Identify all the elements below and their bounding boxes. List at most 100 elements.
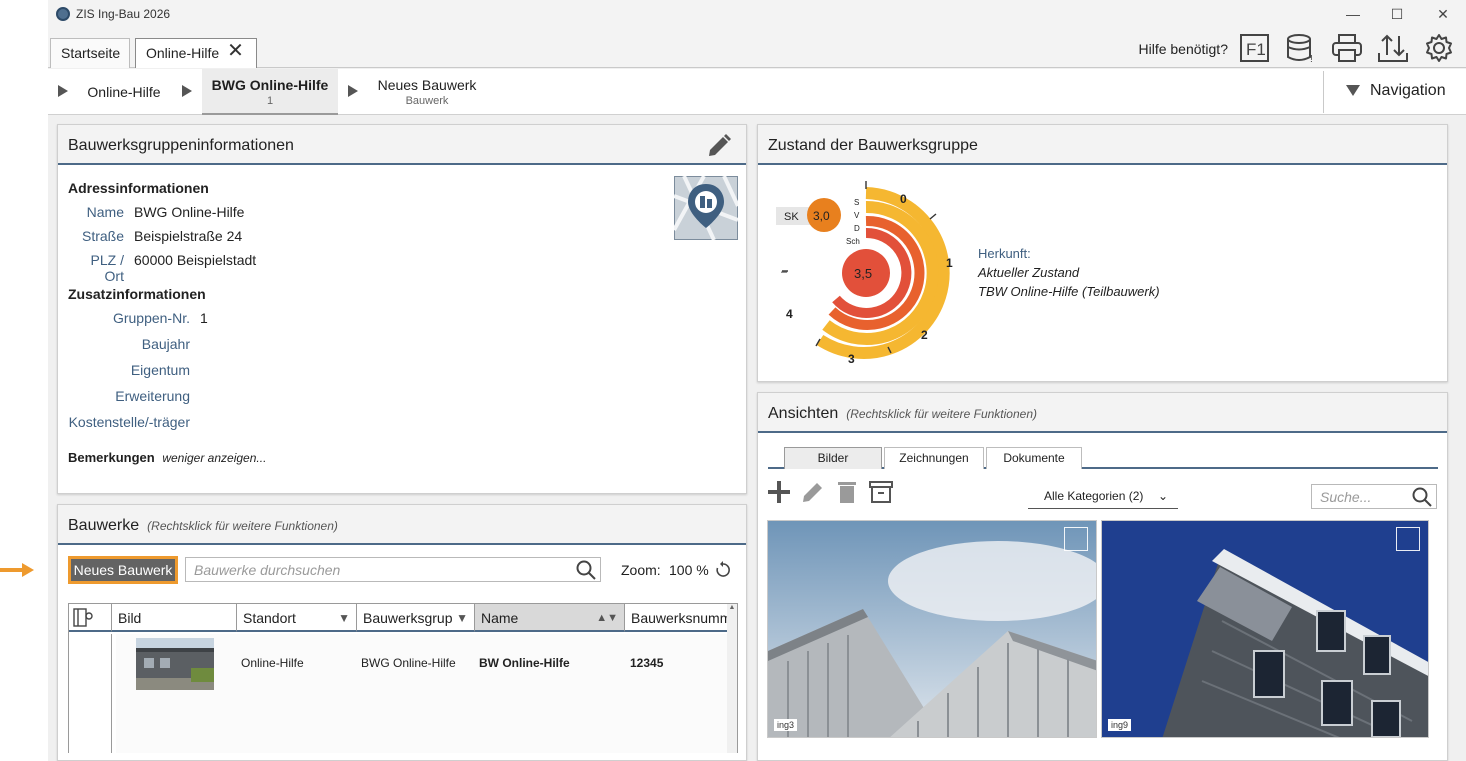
ansichten-panel: Ansichten (Rechtsklick für weitere Funkti… bbox=[757, 392, 1448, 761]
edit-icon[interactable] bbox=[800, 479, 826, 505]
close-window-icon[interactable]: ✕ bbox=[1428, 4, 1458, 24]
tab-bilder[interactable]: Bilder bbox=[784, 447, 882, 469]
gear-icon[interactable] bbox=[1422, 33, 1456, 63]
panel-title: Zustand der Bauwerksgruppe bbox=[768, 137, 978, 154]
svg-text:0: 0 bbox=[900, 192, 907, 206]
tab-dokumente[interactable]: Dokumente bbox=[986, 447, 1082, 469]
image-thumbnail[interactable]: ing9 bbox=[1101, 520, 1429, 738]
column-label: Standort bbox=[243, 610, 296, 626]
panel-title-text: Ansichten bbox=[768, 405, 839, 422]
delete-icon[interactable] bbox=[834, 479, 860, 505]
panel-title-text: Bauwerke bbox=[68, 517, 140, 534]
maximize-icon[interactable]: ☐ bbox=[1382, 4, 1412, 24]
building-photo bbox=[1102, 521, 1428, 737]
remarks-row: Bemerkungen weniger anzeigen... bbox=[68, 450, 266, 465]
category-select[interactable]: Alle Kategorien (2) ⌄ bbox=[1028, 485, 1178, 509]
tab-startseite[interactable]: Startseite bbox=[50, 38, 130, 68]
label-gruppen-nr: Gruppen-Nr. bbox=[112, 310, 190, 326]
cell-standort: Online-Hilfe bbox=[241, 656, 304, 670]
f1-help-icon[interactable]: F1 bbox=[1238, 33, 1272, 63]
zoom-value: 100 % bbox=[669, 562, 709, 578]
navigation-button[interactable]: Navigation bbox=[1346, 82, 1446, 100]
svg-text:3,5: 3,5 bbox=[854, 266, 872, 281]
ansichten-tabs: Bilder Zeichnungen Dokumente bbox=[768, 445, 1438, 469]
svg-text:3,0: 3,0 bbox=[813, 209, 830, 223]
column-header-name[interactable]: Name ▲▼ bbox=[475, 604, 625, 632]
scroll-up-icon[interactable]: ▲ bbox=[727, 604, 737, 611]
table-row[interactable]: Online-Hilfe BWG Online-Hilfe BW Online-… bbox=[116, 634, 736, 753]
panel-header: Zustand der Bauwerksgruppe bbox=[758, 125, 1447, 165]
origin-label: Herkunft: bbox=[978, 246, 1031, 261]
print-icon[interactable] bbox=[1330, 33, 1364, 63]
svg-text:Sch: Sch bbox=[846, 237, 860, 246]
label-plz-ort: PLZ / Ort bbox=[90, 252, 124, 284]
breadcrumb-sublabel: 1 bbox=[266, 95, 274, 107]
scrollbar[interactable]: ▲ bbox=[727, 604, 737, 753]
column-header-bauwerksnummer[interactable]: Bauwerksnumm bbox=[625, 604, 737, 632]
breadcrumb-arrow-icon[interactable] bbox=[58, 85, 68, 97]
breadcrumb-label: Online-Hilfe bbox=[87, 84, 161, 100]
breadcrumb-item-bwg[interactable]: BWG Online-Hilfe 1 bbox=[202, 69, 338, 115]
breadcrumb-arrow-icon[interactable] bbox=[182, 85, 192, 97]
database-icon[interactable]: ! bbox=[1284, 33, 1318, 63]
search-icon[interactable] bbox=[1412, 487, 1432, 507]
zoom-label: Zoom: bbox=[621, 562, 661, 578]
image-select-checkbox[interactable] bbox=[1064, 527, 1088, 551]
ansichten-search-input[interactable] bbox=[1312, 485, 1408, 508]
title-bar: ZIS Ing-Bau 2026 — ☐ ✕ bbox=[48, 0, 1466, 30]
archive-icon[interactable] bbox=[868, 479, 894, 505]
column-label: Bauwerksgrup bbox=[363, 610, 453, 626]
remarks-toggle-link[interactable]: weniger anzeigen... bbox=[162, 451, 266, 465]
image-select-checkbox[interactable] bbox=[1396, 527, 1420, 551]
svg-text:F1: F1 bbox=[1246, 40, 1266, 59]
bauwerke-search-input[interactable] bbox=[186, 558, 566, 581]
breadcrumb-label: Neues Bauwerk bbox=[377, 77, 477, 93]
breadcrumb-arrow-icon[interactable] bbox=[348, 85, 358, 97]
svg-text:S: S bbox=[854, 198, 859, 207]
add-icon[interactable] bbox=[766, 479, 792, 505]
close-tab-icon[interactable]: ✕ bbox=[227, 39, 244, 63]
breadcrumb-item-neues-bauwerk[interactable]: Neues Bauwerk Bauwerk bbox=[368, 69, 486, 115]
category-value: Alle Kategorien (2) bbox=[1044, 489, 1144, 503]
extra-heading: Zusatzinformationen bbox=[68, 286, 206, 302]
breadcrumb-item-online-hilfe[interactable]: Online-Hilfe bbox=[84, 69, 164, 115]
tab-online-hilfe[interactable]: Online-Hilfe ✕ bbox=[135, 38, 257, 68]
edit-pencil-icon[interactable] bbox=[706, 133, 732, 159]
row-selector[interactable] bbox=[69, 634, 112, 753]
pointer-arrow-icon bbox=[0, 563, 34, 577]
label-kostenstelle: Kostenstelle/-träger bbox=[68, 414, 190, 430]
filter-icon[interactable]: ▼ bbox=[456, 604, 468, 632]
triangle-down-icon bbox=[1346, 85, 1360, 97]
value-plz-ort: 60000 Beispielstadt bbox=[134, 252, 257, 268]
filter-icon[interactable]: ▼ bbox=[338, 604, 350, 632]
bauwerk-thumbnail bbox=[136, 638, 214, 690]
svg-text:!: ! bbox=[1310, 54, 1313, 63]
image-thumbnail[interactable]: ing3 bbox=[767, 520, 1097, 738]
svg-text:D: D bbox=[854, 224, 860, 233]
label-eigentum: Eigentum bbox=[130, 362, 190, 378]
minimize-icon[interactable]: — bbox=[1338, 4, 1368, 24]
origin-line-1: Aktueller Zustand bbox=[978, 265, 1080, 280]
tab-label: Online-Hilfe bbox=[146, 45, 220, 61]
column-chooser-icon[interactable] bbox=[69, 604, 112, 632]
column-header-standort[interactable]: Standort ▼ bbox=[237, 604, 357, 632]
panel-title: Bauwerksgruppeninformationen bbox=[68, 137, 294, 154]
sync-transfer-icon[interactable] bbox=[1376, 33, 1410, 63]
value-gruppen-nr: 1 bbox=[200, 310, 208, 326]
tab-zeichnungen[interactable]: Zeichnungen bbox=[884, 447, 984, 469]
panel-header: Ansichten (Rechtsklick für weitere Funkti… bbox=[758, 393, 1447, 433]
tab-bar: Startseite Online-Hilfe ✕ Hilfe benötigt?… bbox=[48, 30, 1466, 68]
sort-filter-icon[interactable]: ▲▼ bbox=[596, 604, 618, 632]
cell-name: BW Online-Hilfe bbox=[479, 656, 570, 670]
reset-zoom-icon[interactable] bbox=[714, 561, 732, 579]
panel-header: Bauwerksgruppeninformationen bbox=[58, 125, 746, 165]
search-icon[interactable] bbox=[576, 560, 596, 580]
new-bauwerk-button[interactable]: Neues Bauwerk bbox=[68, 556, 178, 584]
svg-text:1: 1 bbox=[946, 256, 953, 270]
divider bbox=[1323, 71, 1324, 113]
navigation-label: Navigation bbox=[1370, 82, 1446, 99]
map-location-icon[interactable] bbox=[674, 176, 738, 240]
column-header-bild[interactable]: Bild bbox=[112, 604, 237, 632]
svg-text:3: 3 bbox=[848, 352, 855, 366]
column-header-bauwerksgruppe[interactable]: Bauwerksgrup ▼ bbox=[357, 604, 475, 632]
